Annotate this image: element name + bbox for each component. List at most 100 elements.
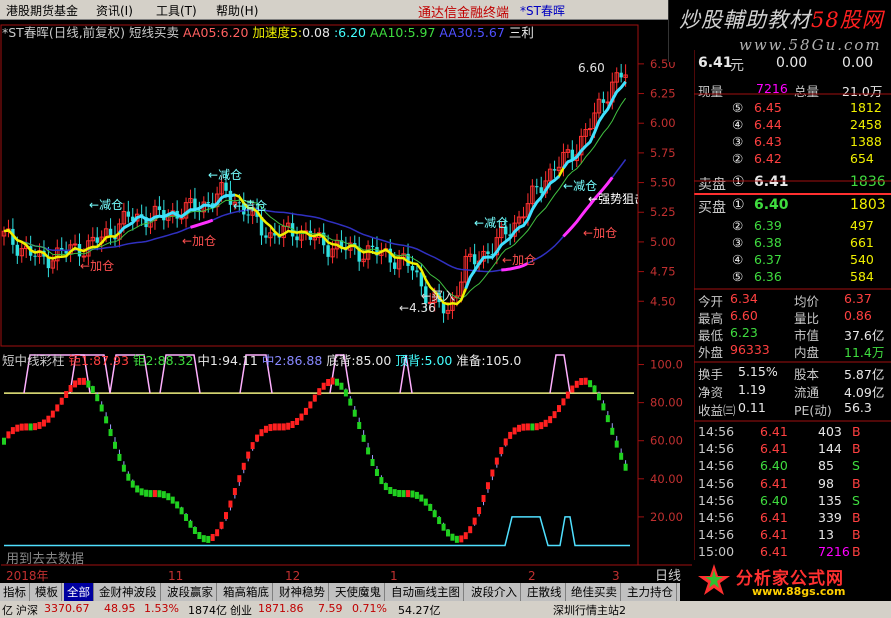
osc-bar <box>574 380 579 388</box>
tab-0[interactable]: 指标 <box>0 583 30 601</box>
osc-bar <box>144 489 149 497</box>
candle-body <box>472 254 477 265</box>
tab-5[interactable]: 箱高箱底 <box>220 583 273 601</box>
candle-body <box>370 245 375 248</box>
j2-value: 88.32 <box>157 353 194 368</box>
period-label[interactable]: 日线 <box>655 565 681 584</box>
osc-bar <box>308 401 313 409</box>
tab-10[interactable]: 庄散线 <box>524 583 566 601</box>
candle-body <box>619 72 623 78</box>
index2-amount: 54.27亿 <box>398 604 441 617</box>
j2-label: 钜2: <box>132 353 158 368</box>
tab-12[interactable]: 主力持仓 <box>624 583 677 601</box>
osc-bar <box>268 424 273 432</box>
osc-bar <box>113 441 117 449</box>
osc-bar <box>317 388 322 396</box>
osc-bar <box>290 421 295 429</box>
ind-tick-label: 60.00 <box>650 434 683 448</box>
osc-bar <box>2 437 6 445</box>
chart-title: *ST春晖(日线,前复权) <box>2 25 126 40</box>
osc-bar <box>339 382 344 390</box>
tab-8[interactable]: 自动画线主图 <box>388 583 464 601</box>
osc-bar <box>241 462 246 470</box>
osc-bar <box>250 442 255 450</box>
osc-bar <box>321 382 326 390</box>
osc-bar <box>68 384 73 392</box>
index1-amount: 1874亿 <box>188 604 227 617</box>
osc-bar <box>303 407 308 415</box>
osc-bar <box>366 447 371 455</box>
chart-area[interactable]: 6.506.256.005.755.505.255.004.754.50 100… <box>0 20 694 583</box>
date-tick: 3 <box>612 569 620 583</box>
osc-bar <box>397 489 402 497</box>
osc-bar <box>401 490 406 498</box>
tab-2[interactable]: 全部 <box>64 583 94 601</box>
prep-value: 105.0 <box>485 353 522 368</box>
indicator-name: 短线买卖 <box>129 25 180 40</box>
index1-value: 3370.67 <box>44 602 90 615</box>
server-status[interactable]: 深圳行情主站2 <box>553 602 626 618</box>
index2-name: 创业 <box>230 604 252 617</box>
reduce-annotation-1: ←减仓 <box>89 198 124 212</box>
osc-bar <box>446 529 450 537</box>
candle-body <box>393 262 397 269</box>
tab-6[interactable]: 财神稳势 <box>276 583 329 601</box>
info-end: 三利 <box>508 25 534 40</box>
tab-11[interactable]: 绝佳买卖 <box>568 583 621 601</box>
osc-bar <box>161 491 166 499</box>
menu-info[interactable]: 资讯(I) <box>96 2 133 19</box>
price-tick-label: 6.00 <box>650 116 676 130</box>
reduce-annotation-2: ←减仓 <box>208 168 243 182</box>
osc-bar <box>10 427 15 435</box>
tab-7[interactable]: 天使魔鬼 <box>332 583 385 601</box>
aa05-label: AA05: <box>183 25 221 40</box>
menu-futures[interactable]: 港股期货基金 <box>6 2 78 19</box>
menu-tools[interactable]: 工具(T) <box>156 2 197 19</box>
candle-body <box>295 236 299 241</box>
tab-9[interactable]: 波段介入 <box>468 583 521 601</box>
osc-bar <box>428 503 433 511</box>
osc-bar <box>90 386 95 394</box>
osc-bar <box>481 494 486 502</box>
app-title: 通达信金融终端 <box>418 6 510 21</box>
date-tick: 2018年 <box>6 569 49 583</box>
osc-bar <box>548 416 553 424</box>
osc-bar <box>374 469 379 477</box>
tab-1[interactable]: 模板 <box>32 583 62 601</box>
speed-label: 加速度5: <box>252 25 303 40</box>
price-tick-label: 5.50 <box>650 176 676 190</box>
index2-pct: 0.71% <box>352 602 387 615</box>
osc-bar <box>583 377 588 385</box>
osc-bar <box>286 422 291 430</box>
candle-body <box>246 214 250 216</box>
candle-body <box>72 243 78 246</box>
osc-bar <box>335 378 339 386</box>
osc-bar <box>152 490 157 498</box>
watermark-text: 炒股輔助教材 <box>679 8 811 32</box>
menu-help[interactable]: 帮助(H) <box>216 2 258 19</box>
osc-bar <box>557 405 561 413</box>
osc-bar <box>15 424 20 432</box>
osc-bar <box>232 488 237 496</box>
osc-bar <box>130 480 135 488</box>
osc-bar <box>201 535 206 543</box>
osc-bar <box>494 457 499 465</box>
osc-bar <box>175 501 180 509</box>
osc-bar <box>259 429 264 437</box>
osc-bar <box>565 391 570 399</box>
osc-bar <box>46 415 51 423</box>
osc-bar <box>570 385 575 393</box>
add-annotation-1: ←加仓 <box>80 259 115 273</box>
aa10-pre-value: 6.20 <box>338 25 367 40</box>
indicator-title: 短中线彩柱 <box>2 353 65 368</box>
osc-bar <box>588 380 593 388</box>
osc-bar <box>55 404 60 412</box>
strong-annotation: ←强势狙击 <box>588 192 638 206</box>
candle-body <box>33 255 37 257</box>
tab-3[interactable]: 金财神波段 <box>96 583 161 601</box>
osc-bar <box>605 415 610 423</box>
osc-bar <box>534 423 539 431</box>
tab-4[interactable]: 波段赢家 <box>164 583 217 601</box>
price-tick-label: 4.75 <box>650 265 676 279</box>
date-tick: 2 <box>528 569 536 583</box>
